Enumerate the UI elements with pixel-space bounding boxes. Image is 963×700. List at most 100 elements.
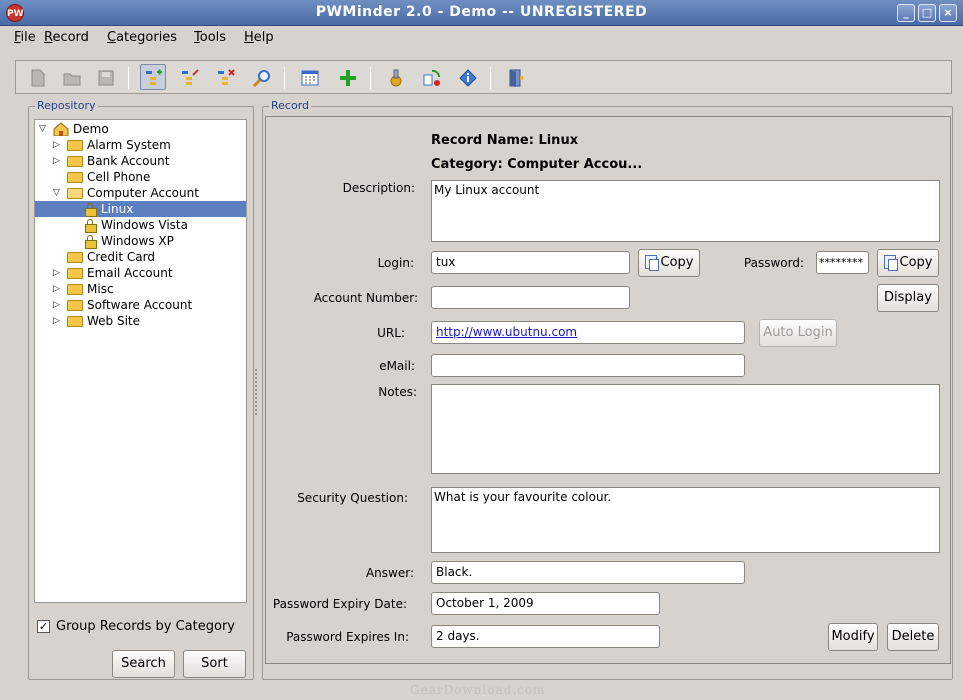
copy-icon bbox=[644, 255, 659, 271]
expanded-arrow-icon[interactable]: ▽ bbox=[53, 188, 63, 198]
display-password-button[interactable]: Display bbox=[877, 284, 939, 312]
expanded-arrow-icon[interactable]: ▽ bbox=[39, 124, 49, 134]
tree-item[interactable]: ▽ Computer Account bbox=[35, 185, 246, 201]
settings-button[interactable] bbox=[382, 64, 408, 90]
tree-root[interactable]: ▽ Demo bbox=[35, 121, 246, 137]
description-field[interactable]: My Linux account bbox=[431, 180, 940, 242]
tree-item-label: Alarm System bbox=[87, 138, 171, 152]
copy-password-button[interactable]: Copy bbox=[877, 249, 939, 277]
account-number-field[interactable] bbox=[431, 286, 630, 309]
password-field[interactable]: ******** bbox=[816, 251, 869, 274]
sync-button[interactable] bbox=[418, 64, 444, 90]
minimize-icon[interactable]: _ bbox=[897, 4, 915, 22]
tree-item[interactable]: ▷ Email Account bbox=[35, 265, 246, 281]
url-field[interactable]: http://www.ubutnu.com bbox=[431, 321, 745, 344]
sync-icon bbox=[423, 69, 441, 86]
edit-record-icon bbox=[182, 69, 199, 85]
add-record-button[interactable] bbox=[140, 64, 166, 90]
tree-item[interactable]: ▷ Misc bbox=[35, 281, 246, 297]
repository-legend: Repository bbox=[35, 99, 98, 112]
answer-field[interactable]: Black. bbox=[431, 561, 745, 584]
add-button[interactable] bbox=[334, 64, 360, 90]
collapsed-arrow-icon[interactable]: ▷ bbox=[53, 316, 63, 326]
title-bar: PW PWMinder 2.0 - Demo -- UNREGISTERED _… bbox=[0, 0, 963, 26]
folder-open-icon bbox=[67, 188, 83, 199]
email-field[interactable] bbox=[431, 354, 745, 377]
tree-item-label: Web Site bbox=[87, 314, 141, 328]
open-file-button[interactable] bbox=[58, 64, 84, 90]
menu-file[interactable]: File bbox=[14, 30, 36, 45]
delete-record-icon bbox=[218, 69, 235, 85]
tree-item-selected[interactable]: Linux bbox=[35, 201, 246, 217]
sort-records-button[interactable]: Sort bbox=[183, 650, 246, 678]
settings-gear-icon bbox=[390, 69, 402, 87]
new-file-button[interactable] bbox=[24, 64, 50, 90]
calendar-grid-button[interactable] bbox=[296, 64, 322, 90]
notes-field[interactable] bbox=[431, 384, 940, 474]
tree-item[interactable]: Cell Phone bbox=[35, 169, 246, 185]
security-question-field[interactable]: What is your favourite colour. bbox=[431, 487, 940, 553]
search-button[interactable] bbox=[248, 64, 274, 90]
group-records-checkbox[interactable]: ✓ bbox=[37, 620, 50, 633]
menu-tools[interactable]: Tools bbox=[194, 30, 226, 45]
window-title: PWMinder 2.0 - Demo -- UNREGISTERED bbox=[315, 4, 648, 20]
delete-record-button[interactable] bbox=[212, 64, 238, 90]
close-icon[interactable]: × bbox=[939, 4, 957, 22]
lock-icon bbox=[85, 203, 97, 217]
tree-item[interactable]: ▷ Alarm System bbox=[35, 137, 246, 153]
tree-item[interactable]: ▷ Web Site bbox=[35, 313, 246, 329]
menu-help[interactable]: Help bbox=[244, 30, 274, 45]
login-field[interactable]: tux bbox=[431, 251, 630, 274]
collapsed-arrow-icon[interactable]: ▷ bbox=[53, 284, 63, 294]
info-button[interactable] bbox=[454, 64, 480, 90]
tree-item[interactable]: ▷ Bank Account bbox=[35, 153, 246, 169]
menu-bar: File Record Categories Tools Help bbox=[0, 27, 963, 49]
folder-icon bbox=[67, 284, 83, 295]
collapsed-arrow-icon[interactable]: ▷ bbox=[53, 156, 63, 166]
copy-icon bbox=[883, 255, 898, 271]
toolbar bbox=[15, 60, 952, 94]
answer-label: Answer: bbox=[365, 566, 414, 580]
save-file-button[interactable] bbox=[92, 64, 118, 90]
panel-splitter-handle[interactable] bbox=[254, 368, 258, 416]
tree-item[interactable]: Credit Card bbox=[35, 249, 246, 265]
repository-tree[interactable]: ▽ Demo ▷ Alarm System ▷ Bank Account Cel… bbox=[34, 119, 247, 603]
new-file-icon bbox=[31, 69, 45, 87]
folder-icon bbox=[67, 156, 83, 167]
folder-icon bbox=[67, 268, 83, 279]
collapsed-arrow-icon[interactable]: ▷ bbox=[53, 300, 63, 310]
tree-item[interactable]: ▷ Software Account bbox=[35, 297, 246, 313]
record-category: Category: Computer Accou... bbox=[431, 157, 643, 172]
collapsed-arrow-icon[interactable]: ▷ bbox=[53, 140, 63, 150]
url-link[interactable]: http://www.ubutnu.com bbox=[436, 325, 577, 339]
maximize-icon[interactable]: □ bbox=[918, 4, 936, 22]
tree-root-label: Demo bbox=[73, 122, 109, 136]
menu-record[interactable]: Record bbox=[44, 30, 89, 45]
tree-item-label: Computer Account bbox=[87, 186, 199, 200]
add-plus-icon bbox=[340, 70, 356, 86]
tree-item-label: Windows Vista bbox=[101, 218, 188, 232]
folder-icon bbox=[67, 172, 83, 183]
exit-button[interactable] bbox=[502, 64, 528, 90]
expiry-date-field[interactable]: October 1, 2009 bbox=[431, 592, 660, 615]
tree-item[interactable]: Windows XP bbox=[35, 233, 246, 249]
tree-item-label: Bank Account bbox=[87, 154, 170, 168]
search-records-button[interactable]: Search bbox=[112, 650, 175, 678]
open-file-icon bbox=[63, 73, 81, 86]
auto-login-button[interactable]: Auto Login bbox=[759, 319, 837, 347]
modify-button[interactable]: Modify bbox=[828, 623, 878, 651]
security-question-label: Security Question: bbox=[297, 491, 408, 505]
tree-item-label: Email Account bbox=[87, 266, 173, 280]
home-icon bbox=[53, 122, 69, 136]
tree-item[interactable]: Windows Vista bbox=[35, 217, 246, 233]
exit-door-icon bbox=[509, 69, 523, 87]
copy-login-button[interactable]: Copy bbox=[638, 249, 700, 277]
delete-button[interactable]: Delete bbox=[887, 623, 939, 651]
search-icon bbox=[253, 70, 270, 87]
collapsed-arrow-icon[interactable]: ▷ bbox=[53, 268, 63, 278]
add-record-icon bbox=[146, 69, 162, 85]
folder-icon bbox=[67, 300, 83, 311]
save-file-icon bbox=[98, 70, 114, 86]
menu-categories[interactable]: Categories bbox=[107, 30, 177, 45]
edit-record-button[interactable] bbox=[176, 64, 202, 90]
